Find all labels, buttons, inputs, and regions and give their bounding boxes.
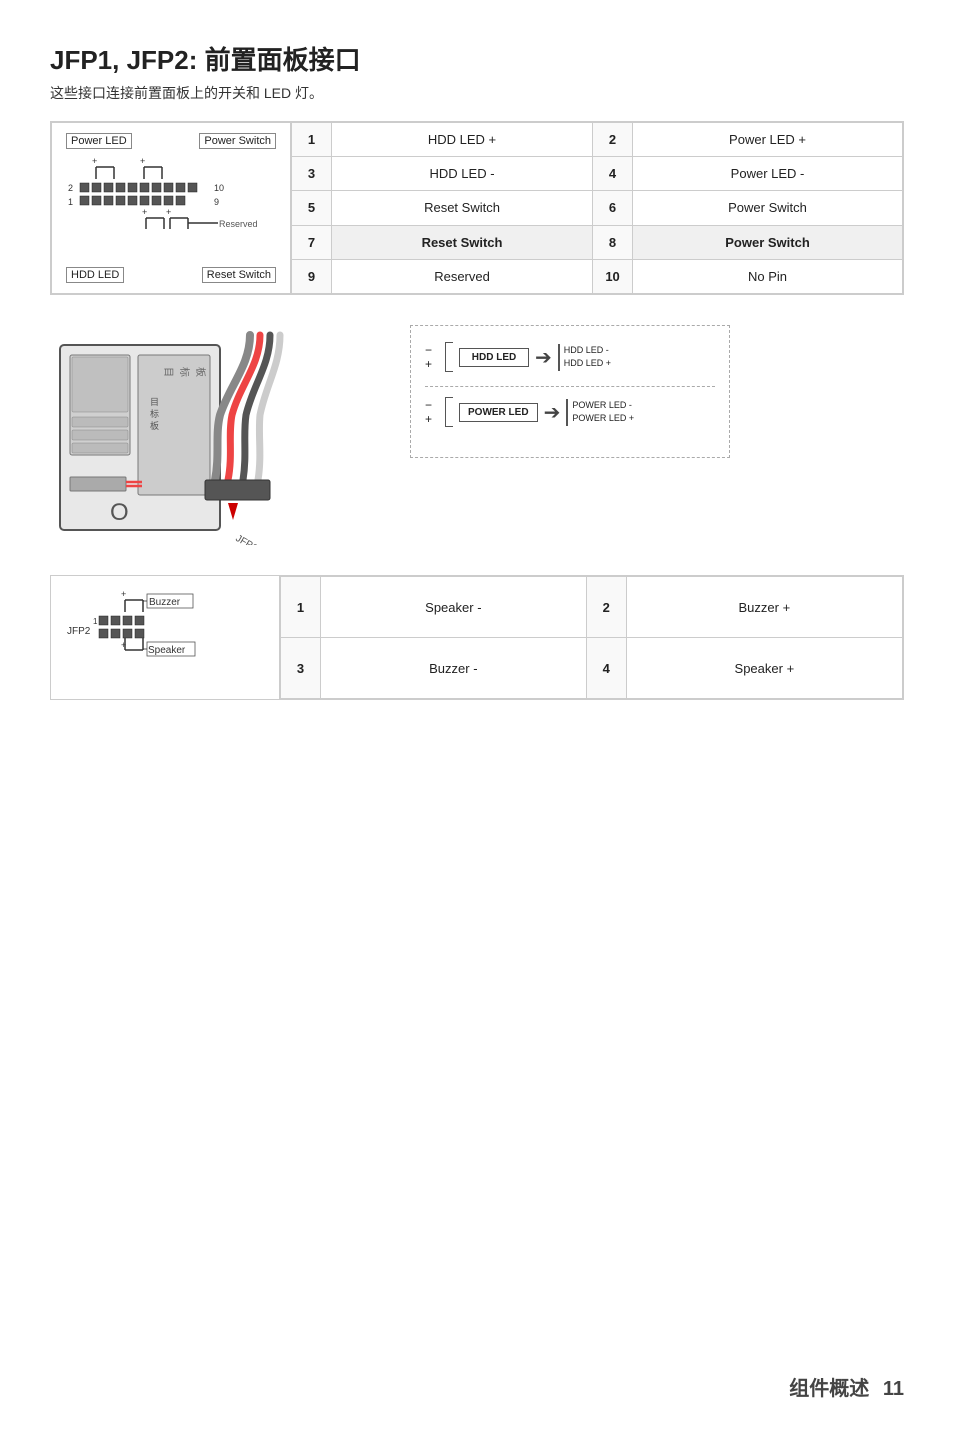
svg-text:板: 板 — [194, 367, 207, 377]
svg-text:标: 标 — [178, 367, 190, 377]
hdd-led-plus-label: HDD LED + — [564, 357, 611, 371]
svg-text:1: 1 — [93, 617, 98, 626]
svg-text:2: 2 — [68, 183, 73, 193]
svg-text:O: O — [110, 499, 129, 526]
svg-text:目: 目 — [162, 367, 173, 377]
pin-9: 9 — [292, 259, 332, 293]
hdd-led-minus: HDD LED - — [332, 157, 593, 191]
pin-5: 5 — [292, 191, 332, 225]
svg-text:1: 1 — [68, 197, 73, 207]
svg-text:9: 9 — [214, 197, 219, 207]
hdd-label-group: HDD LED - HDD LED + — [558, 344, 611, 371]
svg-text:标: 标 — [150, 408, 159, 419]
power-led-minus: Power LED - — [633, 157, 903, 191]
jfp2-pin-4: 4 — [586, 638, 626, 699]
hdd-led-row: − + HDD LED ➔ HDD LED - HDD LED + — [425, 342, 715, 372]
no-pin: No Pin — [633, 259, 903, 293]
jfp1-section: Power LED Power Switch + + 2 1 10 9 — [50, 121, 904, 295]
hdd-led-label: HDD LED — [66, 267, 124, 283]
buzzer-minus: Buzzer - — [321, 638, 587, 699]
jfp2-pin-2: 2 — [586, 577, 626, 638]
footer-text: 组件概述 — [789, 1378, 869, 1400]
svg-text:JFP2: JFP2 — [67, 626, 91, 637]
svg-text:+: + — [166, 207, 171, 217]
reserved: Reserved — [332, 259, 593, 293]
table-row: 3 HDD LED - 4 Power LED - — [292, 157, 903, 191]
svg-text:+: + — [140, 156, 145, 166]
svg-text:Buzzer: Buzzer — [149, 597, 181, 608]
table-row: 9 Reserved 10 No Pin — [292, 259, 903, 293]
jfp1-table: 1 HDD LED + 2 Power LED + 3 HDD LED - 4 … — [291, 122, 903, 294]
power-switch-6: Power Switch — [633, 191, 903, 225]
subtitle: 这些接口连接前置面板上的开关和 LED 灯。 — [50, 83, 904, 103]
reset-switch-5: Reset Switch — [332, 191, 593, 225]
power-switch-label: Power Switch — [199, 133, 276, 149]
svg-text:板: 板 — [150, 420, 159, 431]
power-led-plus-label: POWER LED + — [572, 412, 634, 426]
page-number: 11 — [883, 1378, 904, 1400]
reset-switch-label: Reset Switch — [202, 267, 276, 283]
pin-10: 10 — [593, 259, 633, 293]
jfp2-section: + Buzzer JFP2 1 + — [50, 575, 904, 700]
pin-8: 8 — [593, 225, 633, 259]
pin-6: 6 — [593, 191, 633, 225]
jfp2-table: 1 Speaker - 2 Buzzer + 3 Buzzer - 4 Spea… — [280, 576, 903, 699]
reset-switch-7: Reset Switch — [332, 225, 593, 259]
hdd-led-box: HDD LED — [459, 348, 529, 367]
table-row: 7 Reset Switch 8 Power Switch — [292, 225, 903, 259]
pin-2: 2 — [593, 123, 633, 157]
svg-text:Reserved: Reserved — [219, 219, 258, 229]
power-label-group: POWER LED - POWER LED + — [566, 399, 634, 426]
power-led-plus: Power LED + — [633, 123, 903, 157]
hdd-led-minus-label: HDD LED - — [564, 344, 611, 358]
table-row: 1 HDD LED + 2 Power LED + — [292, 123, 903, 157]
pin-1: 1 — [292, 123, 332, 157]
pin-3: 3 — [292, 157, 332, 191]
svg-text:+: + — [92, 156, 97, 166]
buzzer-plus: Buzzer + — [626, 577, 902, 638]
connector-area: 目 标 板 目 标 板 JFP1 O − + — [50, 325, 904, 545]
connector-drawing: 目 标 板 目 标 板 JFP1 O — [50, 325, 380, 545]
jfp1-diagram: Power LED Power Switch + + 2 1 10 9 — [51, 122, 291, 294]
power-led-minus-label: POWER LED - — [572, 399, 634, 413]
page-title: JFP1, JFP2: 前置面板接口 — [50, 40, 904, 77]
table-row: 3 Buzzer - 4 Speaker + — [281, 638, 903, 699]
svg-text:10: 10 — [214, 183, 224, 193]
jfp2-pin-3: 3 — [281, 638, 321, 699]
power-led-box: POWER LED — [459, 403, 538, 422]
hdd-led-plus: HDD LED + — [332, 123, 593, 157]
hdd-arrow: ➔ — [535, 345, 552, 370]
power-led-label: Power LED — [66, 133, 132, 149]
power-arrow: ➔ — [544, 400, 561, 425]
svg-text:+: + — [142, 207, 147, 217]
led-diagram: − + HDD LED ➔ HDD LED - HDD LED + − + PO… — [410, 325, 730, 458]
pin-4: 4 — [593, 157, 633, 191]
jfp2-pin-1: 1 — [281, 577, 321, 638]
page-footer: 组件概述 11 — [779, 1372, 904, 1401]
power-led-row: − + POWER LED ➔ POWER LED - POWER LED + — [425, 397, 715, 427]
speaker-minus: Speaker - — [321, 577, 587, 638]
table-row: 1 Speaker - 2 Buzzer + — [281, 577, 903, 638]
power-signs: − + — [425, 398, 439, 426]
speaker-plus: Speaker + — [626, 638, 902, 699]
jfp2-diagram: + Buzzer JFP2 1 + — [51, 576, 280, 699]
svg-text:目: 目 — [150, 397, 159, 407]
power-switch-8: Power Switch — [633, 225, 903, 259]
pin-7: 7 — [292, 225, 332, 259]
svg-text:Speaker: Speaker — [148, 645, 186, 656]
svg-text:JFP1: JFP1 — [234, 533, 260, 545]
hdd-signs: − + — [425, 343, 439, 371]
table-row: 5 Reset Switch 6 Power Switch — [292, 191, 903, 225]
svg-text:+: + — [121, 589, 126, 599]
